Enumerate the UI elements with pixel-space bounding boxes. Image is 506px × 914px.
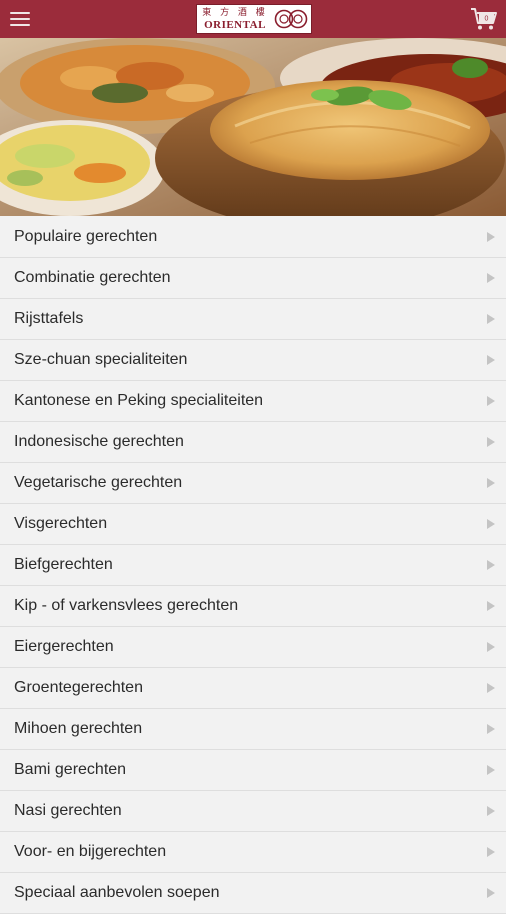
category-item[interactable]: Vegetarische gerechten	[0, 463, 506, 504]
category-label: Kantonese en Peking specialiteiten	[14, 392, 264, 409]
chevron-right-icon	[476, 724, 506, 734]
category-label: Mihoen gerechten	[14, 720, 143, 737]
category-item[interactable]: Speciaal aanbevolen soepen	[0, 873, 506, 914]
chevron-right-icon	[476, 847, 506, 857]
chevron-right-icon	[476, 642, 506, 652]
category-item[interactable]: Indonesische gerechten	[0, 422, 506, 463]
hamburger-menu-button[interactable]	[0, 0, 40, 38]
category-label: Voor- en bijgerechten	[14, 843, 167, 860]
category-label: Kip - of varkensvlees gerechten	[14, 597, 239, 614]
category-label: Populaire gerechten	[14, 227, 158, 245]
chevron-right-icon	[476, 273, 506, 283]
category-label: Sze-chuan specialiteiten	[14, 351, 188, 368]
category-item[interactable]: Mihoen gerechten	[0, 709, 506, 750]
logo-chinese-text: 東 方 酒 樓	[202, 7, 268, 18]
category-label: Rijsttafels	[14, 310, 84, 327]
category-label: Nasi gerechten	[14, 802, 122, 819]
category-item[interactable]: Eiergerechten	[0, 627, 506, 668]
category-label: Visgerechten	[14, 515, 108, 532]
logo-brand-name: ORIENTAL	[204, 18, 266, 31]
category-item[interactable]: Populaire gerechten	[0, 216, 506, 258]
hamburger-menu-icon	[10, 12, 30, 26]
logo-emblem-icon	[274, 9, 308, 29]
category-label: Indonesische gerechten	[14, 433, 184, 450]
category-item[interactable]: Voor- en bijgerechten	[0, 832, 506, 873]
chevron-right-icon	[476, 437, 506, 447]
category-item[interactable]: Biefgerechten	[0, 545, 506, 586]
chevron-right-icon	[476, 683, 506, 693]
chevron-right-icon	[476, 355, 506, 365]
shopping-cart-button[interactable]: 0	[464, 0, 504, 38]
category-label: Groentegerechten	[14, 679, 143, 696]
hero-food-image	[0, 38, 506, 216]
category-item[interactable]: Kantonese en Peking specialiteiten	[0, 381, 506, 422]
chevron-right-icon	[476, 806, 506, 816]
app-header: 東 方 酒 樓 ORIENTAL 0	[0, 0, 506, 38]
category-item[interactable]: Groentegerechten	[0, 668, 506, 709]
chevron-right-icon	[476, 560, 506, 570]
category-item[interactable]: Visgerechten	[0, 504, 506, 545]
category-item[interactable]: Combinatie gerechten	[0, 258, 506, 299]
category-label: Speciaal aanbevolen soepen	[14, 884, 220, 901]
cart-count: 0	[485, 16, 489, 23]
chevron-right-icon	[476, 314, 506, 324]
chevron-right-icon	[476, 601, 506, 611]
shopping-cart-icon: 0	[471, 8, 497, 30]
category-label: Bami gerechten	[14, 761, 127, 778]
category-list: Populaire gerechten Combinatie gerechten…	[0, 216, 506, 914]
category-item[interactable]: Rijsttafels	[0, 299, 506, 340]
category-label: Combinatie gerechten	[14, 269, 171, 286]
chevron-right-icon	[476, 396, 506, 406]
chevron-right-icon	[476, 478, 506, 488]
category-item[interactable]: Kip - of varkensvlees gerechten	[0, 586, 506, 627]
restaurant-logo: 東 方 酒 樓 ORIENTAL	[196, 4, 312, 34]
category-label: Biefgerechten	[14, 556, 113, 573]
category-item[interactable]: Nasi gerechten	[0, 791, 506, 832]
category-label: Vegetarische gerechten	[14, 474, 183, 491]
chevron-right-icon	[476, 231, 506, 242]
chevron-right-icon	[476, 888, 506, 898]
category-item[interactable]: Bami gerechten	[0, 750, 506, 791]
category-item[interactable]: Sze-chuan specialiteiten	[0, 340, 506, 381]
chevron-right-icon	[476, 519, 506, 529]
chevron-right-icon	[476, 765, 506, 775]
category-label: Eiergerechten	[14, 638, 114, 655]
